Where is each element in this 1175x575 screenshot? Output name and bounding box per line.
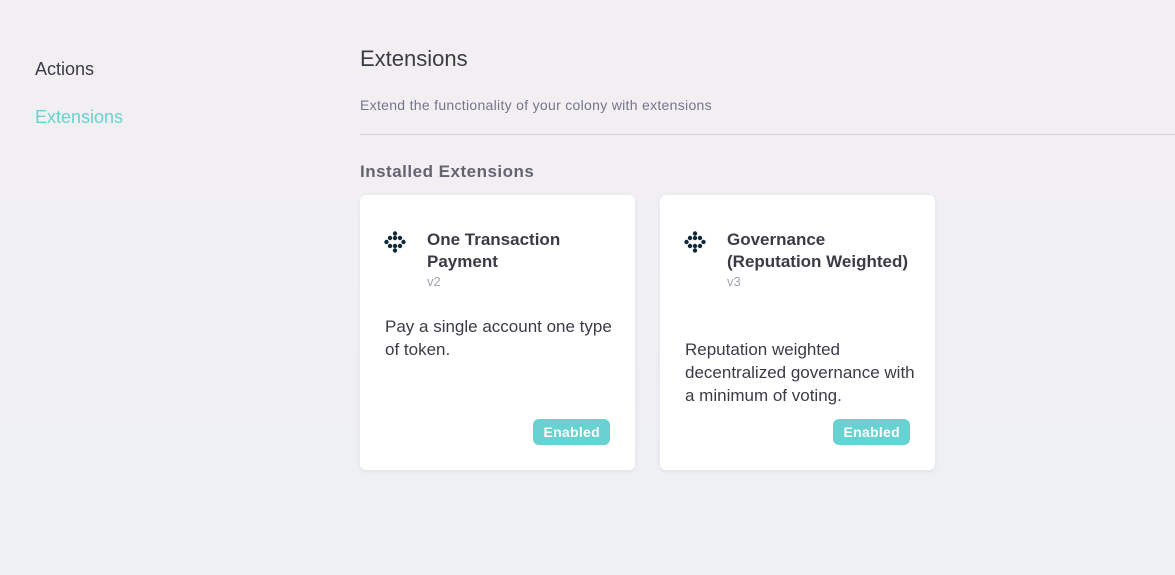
page-subtitle: Extend the functionality of your colony … xyxy=(360,97,712,113)
main-content: Extensions Extend the functionality of y… xyxy=(360,0,1175,575)
sidebar-item-extensions[interactable]: Extensions xyxy=(35,106,285,128)
extension-dots-icon xyxy=(684,231,706,253)
extension-version: v3 xyxy=(727,274,741,289)
section-title: Installed Extensions xyxy=(360,162,535,181)
page-title: Extensions xyxy=(360,46,468,71)
divider xyxy=(360,134,1175,135)
extension-card-governance[interactable]: Governance (Reputation Weighted) v3 Repu… xyxy=(660,195,935,470)
sidebar-item-actions[interactable]: Actions xyxy=(35,58,285,80)
card-header: One Transaction Payment v2 xyxy=(427,229,612,291)
extension-version: v2 xyxy=(427,274,441,289)
status-badge: Enabled xyxy=(833,419,910,445)
extension-name: Governance (Reputation Weighted) xyxy=(727,230,908,271)
extension-description: Reputation weighted decentralized govern… xyxy=(685,340,915,405)
extension-name: One Transaction Payment xyxy=(427,230,561,271)
sidebar-nav: Actions Extensions xyxy=(35,58,285,128)
extension-card-one-transaction-payment[interactable]: One Transaction Payment v2 Pay a single … xyxy=(360,195,635,470)
extension-description: Pay a single account one type of token. xyxy=(385,317,612,359)
extension-dots-icon xyxy=(384,231,406,253)
status-badge: Enabled xyxy=(533,419,610,445)
card-header: Governance (Reputation Weighted) v3 xyxy=(727,229,912,291)
